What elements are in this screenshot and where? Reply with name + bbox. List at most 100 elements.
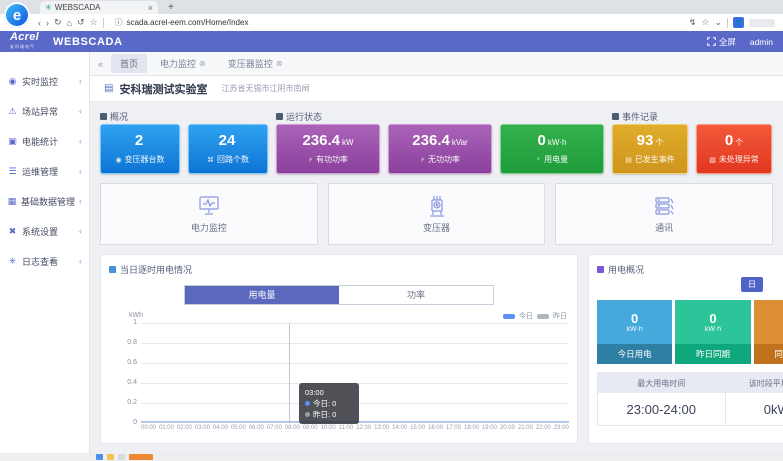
group-label-events: 事件记录	[612, 109, 772, 124]
forward-icon[interactable]: ›	[46, 18, 49, 28]
bookmark-star-icon[interactable]: ☆	[701, 17, 709, 28]
stat-card-transformer-count[interactable]: 2 ◉变压器台数	[100, 124, 180, 174]
power-monitor-icon	[197, 195, 221, 217]
fullscreen-button[interactable]: 全屏	[707, 36, 736, 48]
sidebar-item-icon: ✖	[7, 226, 18, 237]
profile-icon[interactable]: 👤	[733, 17, 744, 28]
taskbar-app-icon[interactable]	[96, 454, 103, 460]
taskbar-app-icon[interactable]	[129, 454, 153, 460]
plot-area: 1 0.8 0.6 0.4 0.2 0 03:00 今日: 0 昨日: 0	[141, 323, 569, 423]
acrel-logo: Acrel 安科瑞电气	[10, 33, 39, 51]
user-menu[interactable]: admin	[750, 37, 773, 47]
main-area: « 首页 电力监控 ⊗ 变压器监控 ⊗ ▤ 安科瑞测试实验室 江苏省无锡市江阴市…	[90, 52, 783, 453]
shortcut-label: 变压器	[423, 221, 450, 234]
legend-yesterday-label[interactable]: 昨日	[553, 311, 567, 321]
y-tick: 0	[115, 419, 137, 426]
back-icon[interactable]: ‹	[38, 18, 41, 28]
tab-close-icon[interactable]: ⊗	[276, 59, 283, 68]
y-tick: 0.6	[115, 359, 137, 366]
sidebar-item[interactable]: ✖ 系统设置 ‹	[0, 216, 89, 246]
url-text[interactable]: scada.acrel-eem.com/Home/Index	[127, 18, 249, 27]
x-tick: 11:00	[339, 425, 354, 431]
sidebar-item[interactable]: ✳ 日志查看 ‹	[0, 246, 89, 276]
stat-card-events-occurred[interactable]: 93个 ▤已发生事件	[612, 124, 688, 174]
x-tick: 04:00	[213, 425, 228, 431]
x-tick: 16:00	[428, 425, 443, 431]
x-tick: 23:00	[554, 425, 569, 431]
stat-card-active-power[interactable]: 236.4kW ⚡有功功率	[276, 124, 380, 174]
home-icon[interactable]: ⌂	[67, 18, 72, 28]
stat-card-circuit-count[interactable]: 24 ⌘回路个数	[188, 124, 268, 174]
dashboard-content: 概况 2 ◉变压器台数 24 ⌘回路个数	[90, 102, 783, 453]
sidebar-item[interactable]: ▣ 电能统计 ‹	[0, 126, 89, 156]
stat-card-reactive-power[interactable]: 236.4kVar ⚡无功功率	[388, 124, 492, 174]
taskbar-sliver	[0, 453, 783, 461]
browser-tab[interactable]: ✳ WEBSCADA ×	[40, 1, 158, 14]
tab-power-monitoring[interactable]: 电力监控 ⊗	[151, 54, 215, 73]
tab-power[interactable]: 功率	[339, 286, 493, 304]
legend-today-icon[interactable]	[503, 314, 515, 319]
new-tab-button[interactable]: +	[168, 2, 174, 14]
reload-icon[interactable]: ↻	[54, 17, 62, 28]
shortcut-communication[interactable]: 通讯	[555, 183, 773, 245]
sidebar-item[interactable]: ☰ 运维管理 ‹	[0, 156, 89, 186]
tooltip-time: 03:00	[305, 387, 353, 398]
y-tick: 0.4	[115, 379, 137, 386]
station-address: 江苏省无锡市江阴市南闸	[221, 83, 309, 94]
shortcut-power-monitoring[interactable]: 电力监控	[100, 183, 318, 245]
history-icon[interactable]: ↺	[77, 17, 85, 28]
url-box[interactable]: ⓘ scada.acrel-eem.com/Home/Index	[109, 17, 684, 28]
x-tick: 01:00	[159, 425, 174, 431]
sidebar: ◉ 实时监控 ‹ ⚠ 场站异常 ‹ ▣ 电能统计 ‹ ☰ 运维管理 ‹ ▦ 基础…	[0, 52, 90, 453]
sidebar-item-label: 场站异常	[22, 105, 58, 118]
profile-label	[749, 19, 775, 27]
event-records-group: 事件记录 93个 ▤已发生事件 0个 ▧未处理异常	[612, 109, 772, 174]
period-day-button[interactable]: 日	[741, 277, 763, 292]
sidebar-item[interactable]: ◉ 实时监控 ‹	[0, 66, 89, 96]
shortcut-label: 电力监控	[191, 221, 227, 234]
taskbar-app-icon[interactable]	[118, 454, 125, 460]
favorite-icon[interactable]: ☆	[90, 17, 98, 28]
browser-tabstrip: ✳ WEBSCADA × +	[0, 0, 783, 14]
tab-transformer-monitoring[interactable]: 变压器监控 ⊗	[219, 54, 292, 73]
tab-close-icon[interactable]: ×	[148, 3, 153, 13]
usage-icon	[597, 266, 604, 273]
today-dot-icon	[305, 401, 310, 406]
legend-yesterday-icon[interactable]	[537, 314, 549, 319]
tab-energy[interactable]: 用电量	[185, 286, 339, 304]
sidebar-item-icon: ◉	[7, 76, 18, 87]
extension-icon[interactable]: ↯	[689, 17, 697, 28]
shortcut-transformer[interactable]: 变压器	[328, 183, 546, 245]
table-header-max-time: 最大用电时间	[598, 378, 725, 389]
chart-legend: 今日 昨日	[503, 311, 567, 321]
stat-card-unhandled-exceptions[interactable]: 0个 ▧未处理异常	[696, 124, 772, 174]
collapse-tabs-icon[interactable]: «	[98, 59, 103, 69]
x-tick: 07:00	[267, 425, 282, 431]
sidebar-item[interactable]: ▦ 基础数据管理 ‹	[0, 186, 89, 216]
bulb-icon: ♀	[536, 156, 541, 163]
tile-today-usage: 0 kW·h 今日用电	[597, 300, 672, 364]
stat-card-energy-usage[interactable]: 0kW·h ♀用电量	[500, 124, 604, 174]
fullscreen-label: 全屏	[719, 36, 736, 48]
tab-home[interactable]: 首页	[111, 54, 147, 73]
browser-logo-icon[interactable]: e	[4, 2, 30, 28]
group-label-overview: 概况	[100, 109, 268, 124]
favicon-icon: ✳	[45, 3, 52, 12]
sidebar-item[interactable]: ⚠ 场站异常 ‹	[0, 96, 89, 126]
bottom-row: 当日逐时用电情况 用电量 功率 kWh 今日 昨日	[100, 254, 773, 444]
x-tick: 09:00	[303, 425, 318, 431]
taskbar-app-icon[interactable]	[107, 454, 114, 460]
station-icon: ▤	[104, 83, 113, 94]
overview-group: 概况 2 ◉变压器台数 24 ⌘回路个数	[100, 109, 268, 174]
fullscreen-icon	[707, 37, 716, 46]
info-icon[interactable]: ⓘ	[115, 17, 123, 28]
chevron-down-icon[interactable]: ⌄	[714, 17, 722, 28]
tab-close-icon[interactable]: ⊗	[199, 59, 206, 68]
legend-today-label[interactable]: 今日	[519, 311, 533, 321]
y-tick: 0.2	[115, 399, 137, 406]
x-tick: 15:00	[410, 425, 425, 431]
usage-overview-title: 用电概况	[597, 263, 783, 276]
chart-crosshair	[289, 323, 290, 423]
overview-icon	[100, 113, 107, 120]
x-tick: 08:00	[285, 425, 300, 431]
